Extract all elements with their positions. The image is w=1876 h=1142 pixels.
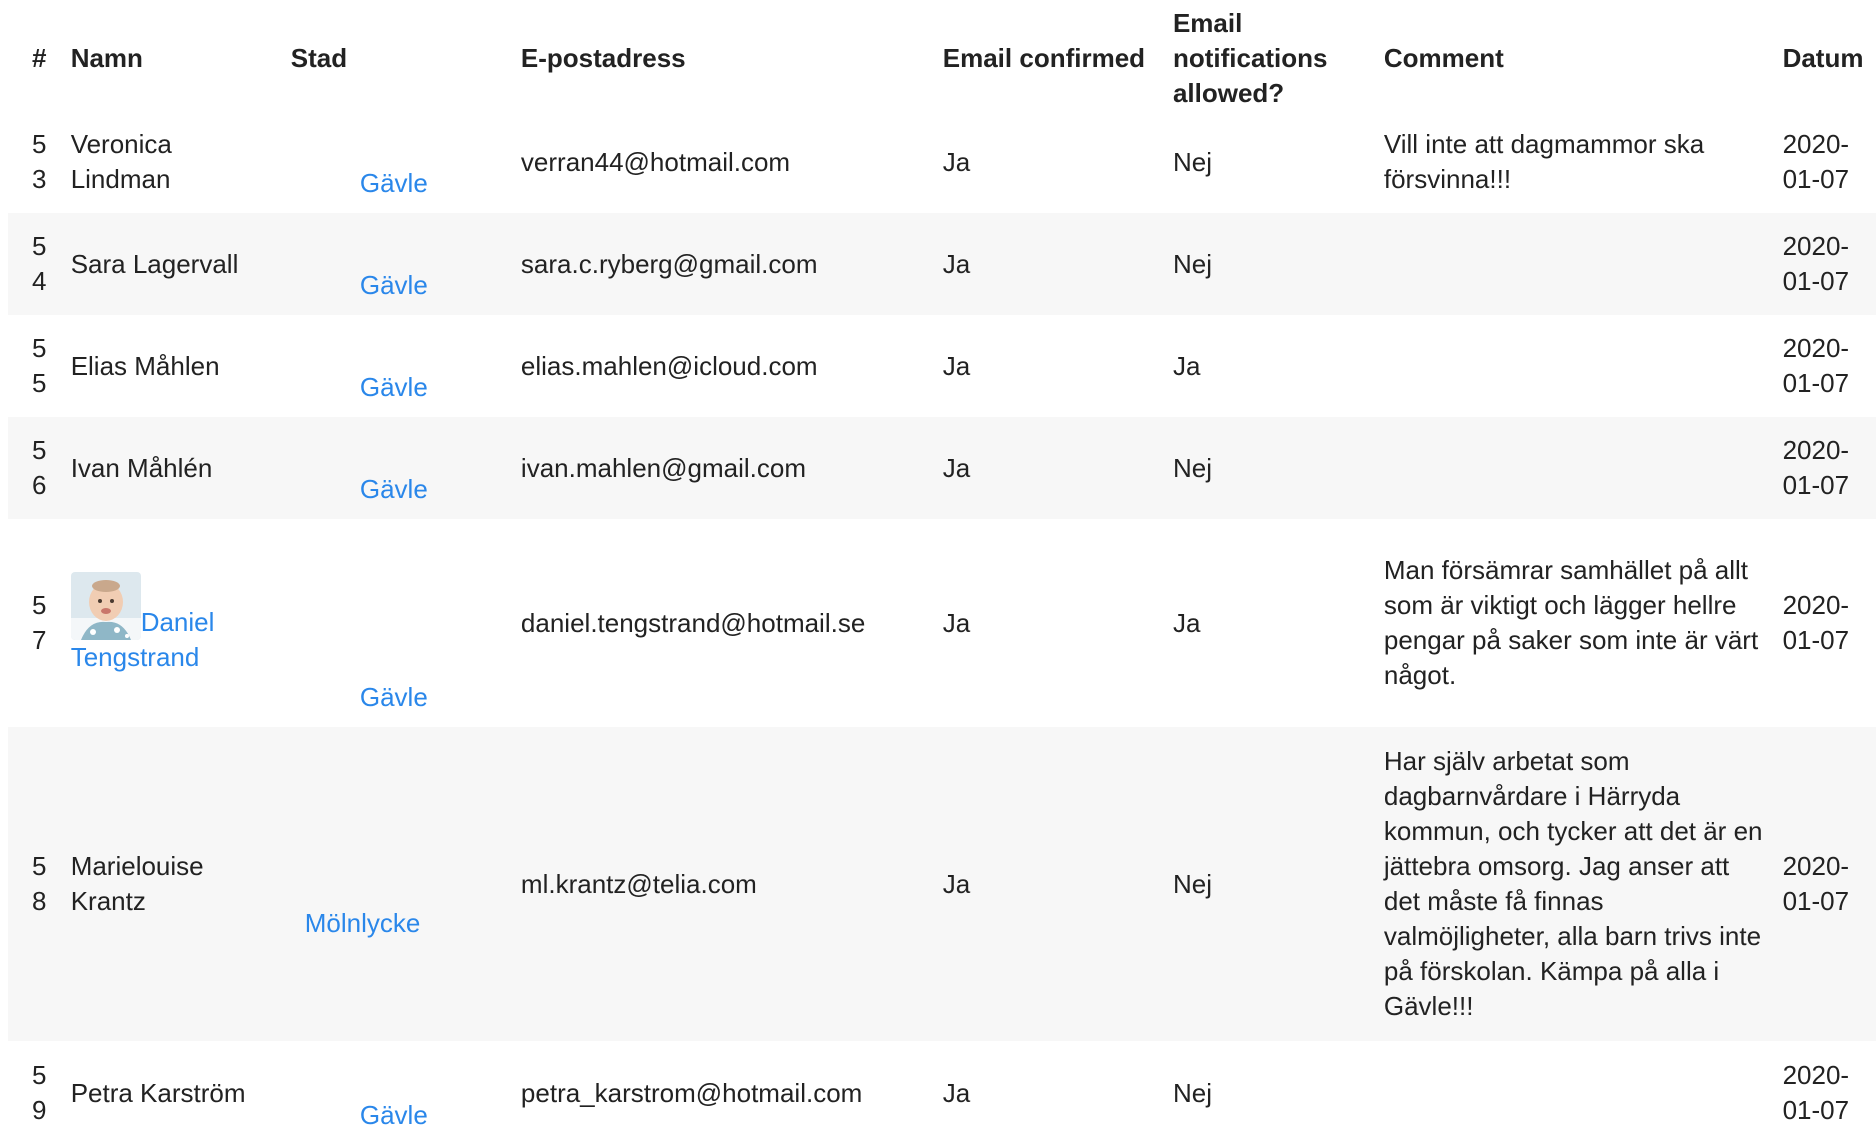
signatures-table: # Namn Stad E-postadress Email confirmed…: [8, 0, 1876, 1142]
comment-text: [1372, 1041, 1783, 1142]
city-cell: Gävle: [279, 111, 509, 213]
signer-name: Sara Lagervall: [58, 213, 279, 315]
table-row: 53 Veronica Lindman Gävle verran44@hotma…: [8, 111, 1876, 213]
city-cell: Gävle: [279, 1041, 509, 1142]
notifications-allowed-value: Nej: [1172, 146, 1212, 177]
comment-text: Man försämrar samhället på allt som är v…: [1383, 555, 1759, 690]
city-cell: Gävle: [279, 519, 509, 727]
email-address: ivan.mahlen@gmail.com: [508, 417, 931, 519]
header-email-confirmed: Email confirmed: [942, 43, 1146, 73]
header-name: Namn: [70, 43, 143, 73]
signer-name: Ivan Måhlén: [58, 417, 279, 519]
comment-text: [1371, 417, 1783, 519]
table-row: 59 Petra Karström Gävle petra_karstrom@h…: [8, 1041, 1876, 1142]
city-link[interactable]: Mölnlycke: [305, 908, 421, 938]
email-address: elias.mahlen@icloud.com: [520, 350, 818, 381]
date-value: 2020-01-07: [1782, 333, 1850, 398]
city-link[interactable]: Gävle: [360, 1100, 428, 1130]
table-row: 58 Marielouise Krantz Mölnlycke ml.krant…: [8, 727, 1876, 1041]
row-number: 57: [32, 590, 47, 655]
city-link[interactable]: Gävle: [360, 682, 428, 712]
city-cell: Mölnlycke: [278, 727, 509, 1041]
header-email: E-postadress: [520, 43, 686, 73]
comment-text: Har själv arbetat som dagbarnvårdare i H…: [1371, 727, 1783, 1041]
notifications-allowed-value: Nej: [1160, 727, 1372, 1041]
email-confirmed-value: Ja: [930, 213, 1161, 315]
comment-text: Vill inte att dagmammor ska försvinna!!!: [1383, 129, 1705, 194]
notifications-allowed-value: Nej: [1160, 213, 1372, 315]
header-city: Stad: [290, 43, 348, 73]
email-address: ml.krantz@telia.com: [508, 727, 931, 1041]
table-row: 57 Daniel Tengstrand Gävle daniel.tengst…: [8, 519, 1876, 727]
date-value: 2020-01-07: [1782, 129, 1850, 194]
email-confirmed-value: Ja: [942, 1077, 971, 1108]
email-confirmed-value: Ja: [942, 146, 971, 177]
email-address: petra_karstrom@hotmail.com: [520, 1077, 863, 1108]
date-value: 2020-01-07: [1782, 1060, 1850, 1125]
city-link[interactable]: Gävle: [360, 372, 428, 402]
row-number: 55: [32, 333, 47, 398]
city-cell: Gävle: [278, 417, 509, 519]
header-comment: Comment: [1383, 43, 1504, 73]
table-row: 56 Ivan Måhlén Gävle ivan.mahlen@gmail.c…: [8, 417, 1876, 519]
header-number: #: [32, 43, 47, 73]
signer-name: Elias Måhlen: [70, 350, 220, 381]
email-confirmed-value: Ja: [930, 727, 1161, 1041]
notifications-allowed-value: Nej: [1160, 417, 1372, 519]
table-row: 54 Sara Lagervall Gävle sara.c.ryberg@gm…: [8, 213, 1876, 315]
email-address: verran44@hotmail.com: [520, 146, 791, 177]
city-link[interactable]: Gävle: [360, 270, 428, 300]
table-header-row: # Namn Stad E-postadress Email confirmed…: [8, 0, 1876, 111]
city-cell: Gävle: [279, 315, 509, 417]
date-value: 2020-01-07: [1782, 417, 1876, 519]
email-confirmed-value: Ja: [930, 417, 1161, 519]
notifications-allowed-value: Ja: [1172, 350, 1201, 381]
signer-name: Petra Karström: [70, 1077, 246, 1108]
comment-text: [1371, 213, 1783, 315]
city-link[interactable]: Gävle: [360, 474, 428, 504]
avatar[interactable]: [70, 571, 141, 640]
notifications-allowed-value: Ja: [1172, 607, 1201, 638]
row-number: 58: [8, 727, 59, 1041]
email-confirmed-value: Ja: [942, 607, 971, 638]
table-row: 55 Elias Måhlen Gävle elias.mahlen@iclou…: [8, 315, 1876, 417]
notifications-allowed-value: Nej: [1172, 1077, 1212, 1108]
signer-name: Marielouise Krantz: [58, 727, 279, 1041]
header-notifications-allowed: Email notifications allowed?: [1172, 8, 1328, 108]
city-link[interactable]: Gävle: [360, 168, 428, 198]
signer-name-cell: Daniel Tengstrand: [59, 519, 279, 727]
date-value: 2020-01-07: [1782, 213, 1876, 315]
comment-text: [1372, 315, 1783, 417]
email-confirmed-value: Ja: [942, 350, 971, 381]
date-value: 2020-01-07: [1782, 727, 1876, 1041]
row-number: 56: [8, 417, 59, 519]
city-cell: Gävle: [278, 213, 509, 315]
row-number: 54: [8, 213, 59, 315]
row-number: 53: [32, 129, 47, 194]
date-value: 2020-01-07: [1782, 590, 1850, 655]
email-address: daniel.tengstrand@hotmail.se: [520, 607, 866, 638]
row-number: 59: [32, 1060, 47, 1125]
email-address: sara.c.ryberg@gmail.com: [508, 213, 931, 315]
signer-name: Veronica Lindman: [70, 129, 172, 194]
header-date: Datum: [1782, 43, 1864, 73]
